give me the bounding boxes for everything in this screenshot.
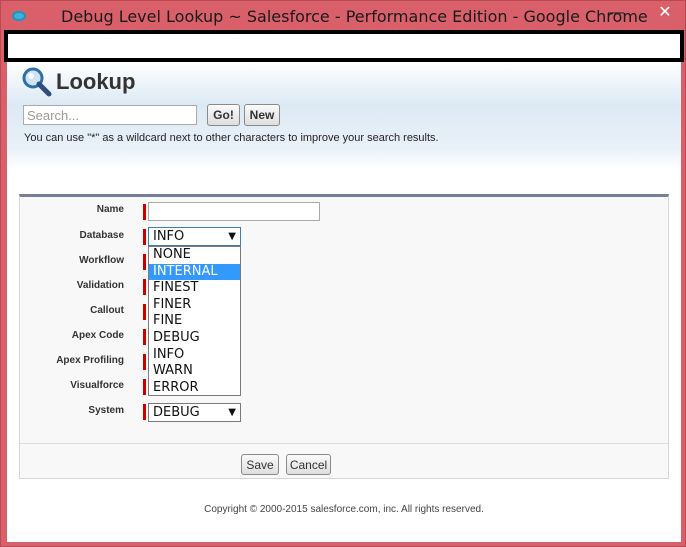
- name-field[interactable]: [148, 202, 320, 221]
- title-bar: Debug Level Lookup ~ Salesforce - Perfor…: [1, 1, 686, 31]
- dropdown-option[interactable]: FINER: [149, 297, 240, 314]
- page-content: Lookup Go! New You can use "*" as a wild…: [7, 62, 681, 542]
- database-select[interactable]: INFO ▼: [148, 227, 241, 246]
- page-title: Lookup: [56, 69, 136, 94]
- debug-level-form: Name Database Workflow Validation Callou…: [19, 194, 669, 479]
- close-button[interactable]: ✕: [649, 3, 681, 25]
- browser-window: Debug Level Lookup ~ Salesforce - Perfor…: [0, 0, 686, 547]
- minimize-button[interactable]: —: [605, 3, 627, 25]
- dropdown-arrow-icon: ▼: [228, 231, 236, 242]
- required-indicator: [143, 379, 146, 395]
- new-button[interactable]: New: [244, 104, 280, 126]
- cancel-button[interactable]: Cancel: [286, 454, 331, 475]
- window-title: Debug Level Lookup ~ Salesforce - Perfor…: [61, 7, 648, 26]
- search-input[interactable]: [23, 105, 197, 125]
- field-label-callout: Callout: [90, 305, 124, 316]
- required-indicator: [143, 404, 146, 420]
- dropdown-option[interactable]: ERROR: [149, 380, 240, 397]
- dropdown-option[interactable]: FINE: [149, 313, 240, 330]
- field-label-apex-profiling: Apex Profiling: [56, 355, 124, 366]
- field-label-workflow: Workflow: [79, 255, 124, 266]
- divider: [20, 443, 668, 444]
- dropdown-option[interactable]: FINEST: [149, 280, 240, 297]
- copyright-footer: Copyright © 2000-2015 salesforce.com, in…: [204, 504, 484, 515]
- field-label-validation: Validation: [76, 280, 124, 291]
- dropdown-arrow-icon: ▼: [228, 407, 236, 418]
- field-labels: Name Database Workflow Validation Callou…: [20, 197, 124, 427]
- address-bar[interactable]: [4, 30, 684, 62]
- database-dropdown-list[interactable]: NONE INTERNAL FINEST FINER FINE DEBUG IN…: [148, 246, 241, 396]
- dropdown-option[interactable]: NONE: [149, 247, 240, 264]
- dropdown-option[interactable]: INFO: [149, 347, 240, 364]
- dropdown-option[interactable]: DEBUG: [149, 330, 240, 347]
- field-label-visualforce: Visualforce: [70, 380, 124, 391]
- required-indicator: [143, 229, 146, 245]
- required-indicator: [143, 354, 146, 370]
- required-indicator: [143, 329, 146, 345]
- system-select-value: DEBUG: [153, 405, 200, 420]
- dropdown-option-highlighted[interactable]: INTERNAL: [149, 263, 240, 281]
- salesforce-cloud-icon: [12, 11, 26, 21]
- system-select[interactable]: DEBUG ▼: [148, 403, 241, 422]
- save-button[interactable]: Save: [241, 454, 279, 475]
- required-indicator: [143, 204, 146, 220]
- dropdown-option[interactable]: WARN: [149, 363, 240, 380]
- required-indicator: [143, 304, 146, 320]
- required-indicator: [143, 279, 146, 295]
- field-label-system: System: [88, 405, 124, 416]
- required-indicator: [143, 254, 146, 270]
- field-label-database: Database: [79, 230, 124, 241]
- search-hint: You can use "*" as a wildcard next to ot…: [24, 132, 439, 144]
- go-button[interactable]: Go!: [207, 104, 240, 126]
- magnifier-icon: [22, 67, 52, 97]
- field-label-name: Name: [96, 204, 124, 215]
- field-label-apex-code: Apex Code: [71, 330, 124, 341]
- database-select-value: INFO: [153, 229, 185, 244]
